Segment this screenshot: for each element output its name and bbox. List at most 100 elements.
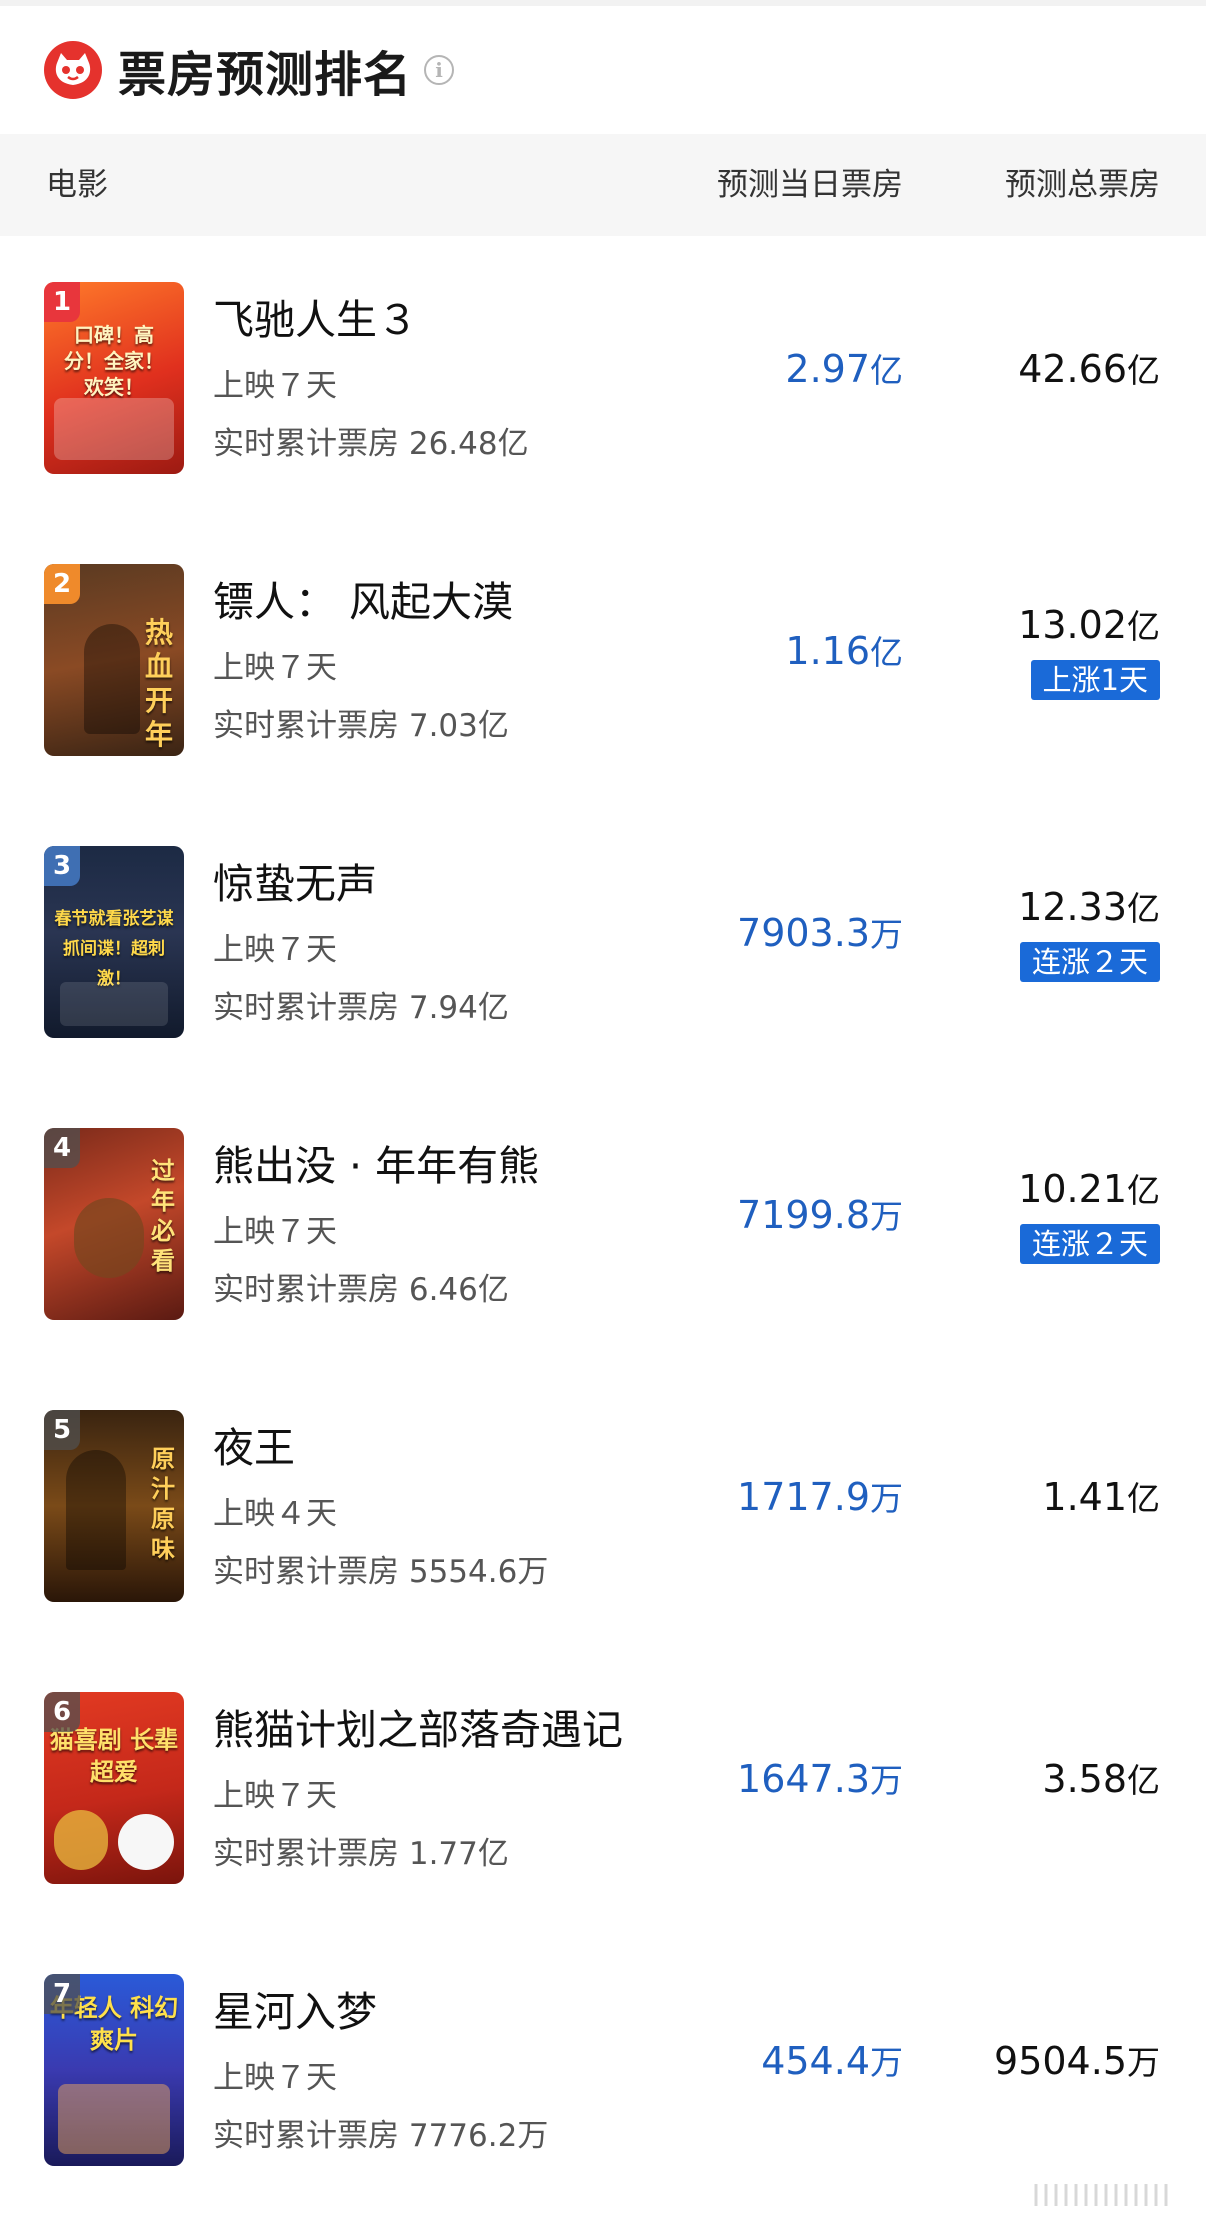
total-forecast-unit: 亿 — [1127, 351, 1160, 390]
movie-poster[interactable]: 口碑！高分！全家！欢笑！ 1 — [44, 282, 184, 474]
table-header: 电影 预测当日票房 预测总票房 — [0, 134, 1206, 236]
daily-forecast-value: 7199.8 — [737, 1193, 870, 1237]
movie-poster[interactable]: 年轻人 科幻爽片 7 — [44, 1974, 184, 2166]
rank-badge: 3 — [44, 846, 80, 886]
cumulative-box-office: 实时累计票房 26.48亿 — [213, 426, 529, 462]
poster-caption: 热血开年 — [144, 616, 173, 751]
movie-row[interactable]: 热血开年 2 镖人： 风起大漠 上映７天 实时累计票房 7.03亿 1.16亿 … — [0, 522, 1206, 804]
cumulative-box-office: 实时累计票房 5554.6万 — [213, 1554, 549, 1590]
info-icon[interactable]: i — [424, 55, 455, 85]
movie-row[interactable]: 猫喜剧 长辈超爱 6 熊猫计划之部落奇遇记 上映７天 实时累计票房 1.77亿 … — [0, 1650, 1206, 1932]
daily-forecast-unit: 亿 — [870, 351, 903, 390]
movie-title[interactable]: 惊蛰无声 — [213, 850, 377, 910]
daily-forecast: 2.97亿 — [785, 344, 903, 392]
poster-art — [58, 2084, 170, 2154]
movie-title[interactable]: 夜王 — [213, 1414, 295, 1474]
total-forecast-unit: 亿 — [1127, 889, 1160, 928]
daily-forecast-value: 7903.3 — [737, 911, 870, 955]
trend-tag: 连涨２天 — [1019, 1224, 1160, 1264]
poster-caption: 口碑！高分！全家！欢笑！ — [64, 323, 164, 399]
cumulative-box-office: 实时累计票房 7.03亿 — [213, 708, 509, 744]
total-forecast-unit: 亿 — [1127, 1171, 1160, 1210]
movie-poster[interactable]: 猫喜剧 长辈超爱 6 — [44, 1692, 184, 1884]
poster-art — [66, 1450, 126, 1570]
movie-row[interactable]: 过年必看 4 熊出没 · 年年有熊 上映７天 实时累计票房 6.46亿 7199… — [0, 1086, 1206, 1368]
days-released: 上映７天 — [213, 932, 337, 968]
daily-forecast-value: 1647.3 — [737, 1757, 870, 1801]
total-forecast-value: 3.58 — [1042, 1757, 1127, 1801]
poster-caption: 春节就看张艺谋 抓间谍！超刺激！ — [54, 909, 174, 989]
page-header: 票房预测排名 i — [0, 6, 1206, 134]
total-forecast-unit: 亿 — [1127, 1761, 1160, 1800]
total-forecast-value: 1.41 — [1042, 1475, 1127, 1519]
movie-title[interactable]: 星河入梦 — [213, 1978, 377, 2038]
cumulative-box-office: 实时累计票房 7776.2万 — [213, 2118, 549, 2154]
rank-badge: 4 — [44, 1128, 80, 1168]
total-forecast-value: 42.66 — [1018, 347, 1127, 391]
days-released: 上映７天 — [213, 1778, 337, 1814]
total-forecast: 10.21亿 — [1018, 1164, 1160, 1212]
movie-row[interactable]: 原汁原味 5 夜王 上映４天 实时累计票房 5554.6万 1717.9万 1.… — [0, 1368, 1206, 1650]
watermark-stripes — [1026, 2180, 1186, 2210]
days-released: 上映７天 — [213, 2060, 337, 2096]
trend-tag: 上涨1天 — [1030, 660, 1160, 700]
daily-forecast-unit: 亿 — [870, 633, 903, 672]
total-forecast: 1.41亿 — [1042, 1472, 1160, 1520]
movie-poster[interactable]: 热血开年 2 — [44, 564, 184, 756]
poster-art — [54, 1810, 108, 1870]
rank-badge: 1 — [44, 282, 80, 322]
total-forecast: 9504.5万 — [994, 2036, 1160, 2084]
poster-art — [60, 982, 168, 1026]
daily-forecast: 7199.8万 — [737, 1190, 903, 1238]
daily-forecast-unit: 万 — [870, 1761, 903, 1800]
daily-forecast-unit: 万 — [870, 915, 903, 954]
movie-poster[interactable]: 原汁原味 5 — [44, 1410, 184, 1602]
daily-forecast: 454.4万 — [761, 2036, 903, 2084]
cumulative-box-office: 实时累计票房 7.94亿 — [213, 990, 509, 1026]
daily-forecast: 1.16亿 — [785, 626, 903, 674]
total-forecast-unit: 亿 — [1127, 1479, 1160, 1518]
daily-forecast: 1647.3万 — [737, 1754, 903, 1802]
cumulative-box-office: 实时累计票房 1.77亿 — [213, 1836, 509, 1872]
daily-forecast-unit: 万 — [870, 1479, 903, 1518]
daily-forecast: 7903.3万 — [737, 908, 903, 956]
days-released: 上映４天 — [213, 1496, 337, 1532]
movie-row[interactable]: 春节就看张艺谋 抓间谍！超刺激！ 3 惊蛰无声 上映７天 实时累计票房 7.94… — [0, 804, 1206, 1086]
poster-caption: 原汁原味 — [151, 1445, 175, 1563]
total-forecast-value: 9504.5 — [994, 2039, 1127, 2083]
panda-icon — [118, 1814, 174, 1870]
daily-forecast-value: 1.16 — [785, 629, 870, 673]
movie-title[interactable]: 飞驰人生３ — [213, 286, 418, 346]
movie-title[interactable]: 熊出没 · 年年有熊 — [213, 1132, 539, 1192]
daily-forecast-value: 1717.9 — [737, 1475, 870, 1519]
total-forecast-value: 12.33 — [1018, 885, 1127, 929]
column-header-movie: 电影 — [46, 167, 108, 203]
daily-forecast-unit: 万 — [870, 2043, 903, 2082]
daily-forecast-value: 454.4 — [761, 2039, 870, 2083]
movie-title[interactable]: 镖人： 风起大漠 — [213, 568, 513, 628]
movie-row[interactable]: 年轻人 科幻爽片 7 星河入梦 上映７天 实时累计票房 7776.2万 454.… — [0, 1932, 1206, 2214]
trend-tag: 连涨２天 — [1019, 942, 1160, 982]
days-released: 上映７天 — [213, 1214, 337, 1250]
poster-caption: 过年必看 — [151, 1157, 175, 1275]
poster-art — [54, 398, 174, 460]
column-header-total-forecast[interactable]: 预测总票房 — [1005, 134, 1160, 236]
movie-row[interactable]: 口碑！高分！全家！欢笑！ 1 飞驰人生３ 上映７天 实时累计票房 26.48亿 … — [0, 240, 1206, 522]
total-forecast-unit: 亿 — [1127, 607, 1160, 646]
total-forecast: 13.02亿 — [1018, 600, 1160, 648]
total-forecast: 42.66亿 — [1018, 344, 1160, 392]
page-title: 票房预测排名 — [118, 47, 413, 103]
movie-title[interactable]: 熊猫计划之部落奇遇记 — [213, 1696, 623, 1756]
cumulative-box-office: 实时累计票房 6.46亿 — [213, 1272, 509, 1308]
daily-forecast: 1717.9万 — [737, 1472, 903, 1520]
poster-art — [74, 1198, 144, 1278]
rank-badge: 2 — [44, 564, 80, 604]
poster-caption: 猫喜剧 长辈超爱 — [49, 1726, 179, 1786]
days-released: 上映７天 — [213, 650, 337, 686]
movie-poster[interactable]: 过年必看 4 — [44, 1128, 184, 1320]
rank-badge: 6 — [44, 1692, 80, 1732]
total-forecast: 12.33亿 — [1018, 882, 1160, 930]
rank-badge: 7 — [44, 1974, 80, 2014]
movie-poster[interactable]: 春节就看张艺谋 抓间谍！超刺激！ 3 — [44, 846, 184, 1038]
column-header-daily-forecast[interactable]: 预测当日票房 — [717, 134, 903, 236]
